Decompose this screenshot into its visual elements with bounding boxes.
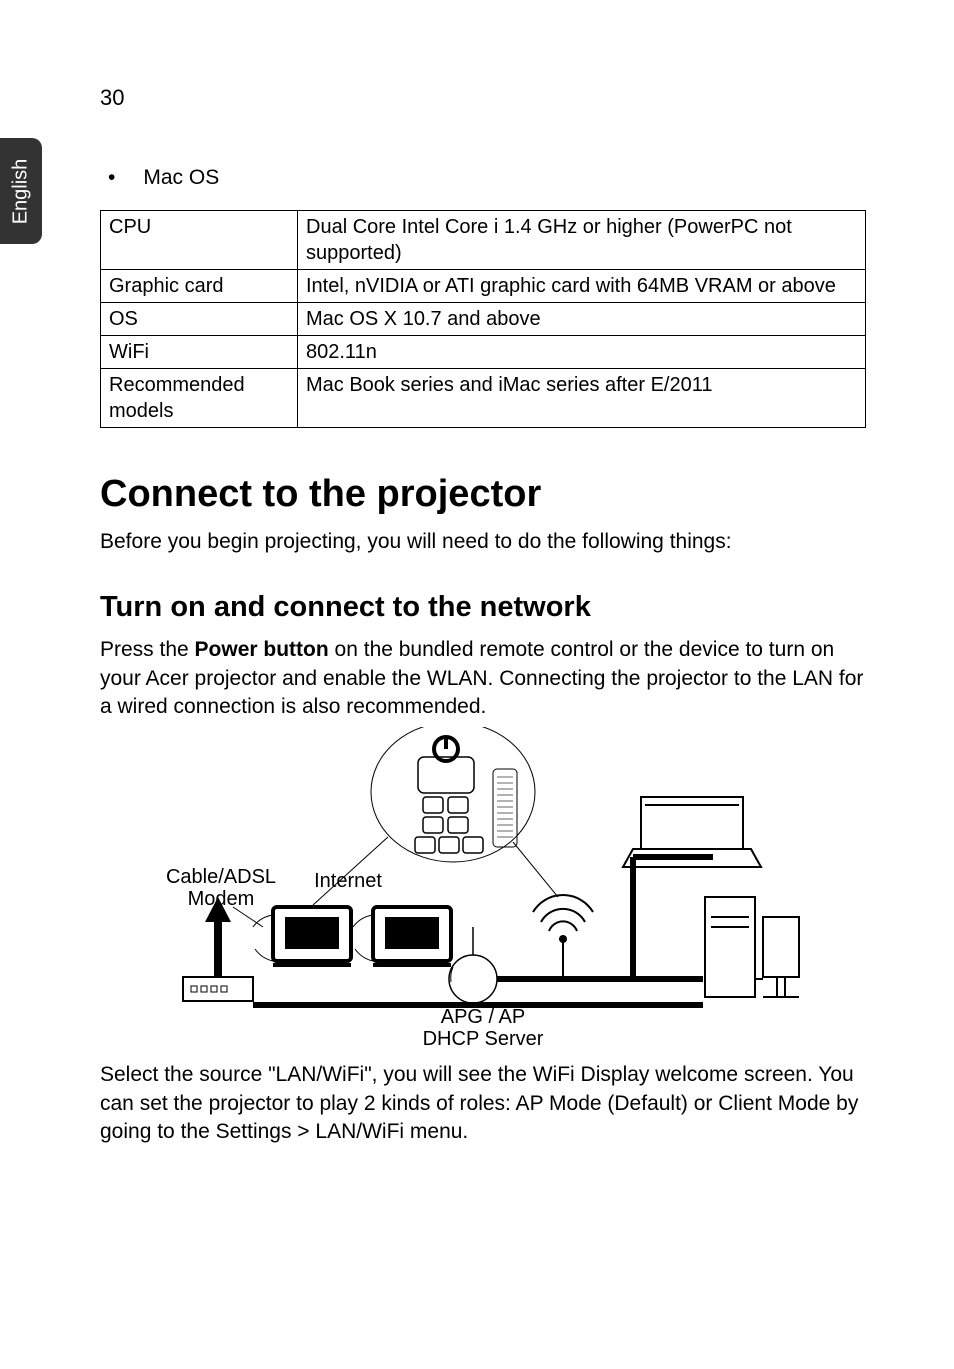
wifi-value: 802.11n [298,336,866,369]
modem-icon [183,977,253,1001]
section-heading: Connect to the projector [100,473,866,516]
table-row: Graphic card Intel, nVIDIA or ATI graphi… [101,270,866,303]
rec-value: Mac Book series and iMac series after E/… [298,369,866,428]
intro-paragraph: Before you begin projecting, you will ne… [100,528,866,556]
os-label: OS [101,303,298,336]
wifi-icon [533,895,593,977]
label-apg: APG / AP [441,1006,525,1028]
desktop-icon [705,897,799,997]
power-button-bold: Power button [195,638,329,661]
ap-device-icon [449,927,497,1003]
gpu-label: Graphic card [101,270,298,303]
os-value: Mac OS X 10.7 and above [298,303,866,336]
cpu-value: Dual Core Intel Core i 1.4 GHz or higher… [298,211,866,270]
label-modem: Modem [188,888,255,910]
network-diagram: Cable/ADSL Modem Internet APG / AP DHCP … [100,727,866,1047]
label-cable: Cable/ADSL [166,866,276,888]
wifi-label: WiFi [101,336,298,369]
table-row: OS Mac OS X 10.7 and above [101,303,866,336]
table-row: Recommended models Mac Book series and i… [101,369,866,428]
turn-on-paragraph: Press the Power button on the bundled re… [100,636,866,721]
language-tab-label: English [10,158,33,224]
label-dhcp: DHCP Server [423,1028,544,1047]
projector-icon [415,737,517,853]
gpu-value: Intel, nVIDIA or ATI graphic card with 6… [298,270,866,303]
internet-monitor-icon [273,907,351,965]
table-row: CPU Dual Core Intel Core i 1.4 GHz or hi… [101,211,866,270]
ap-monitor-icon [373,907,451,965]
label-internet: Internet [314,870,382,892]
rec-label: Recommended models [101,369,298,428]
cpu-label: CPU [101,211,298,270]
bullet-dot: • [108,166,115,190]
bullet-mac-os: Mac OS [143,166,219,190]
language-tab: English [0,138,42,244]
specs-table: CPU Dual Core Intel Core i 1.4 GHz or hi… [100,210,866,428]
page-number: 30 [100,85,866,111]
select-source-paragraph: Select the source "LAN/WiFi", you will s… [100,1061,866,1146]
turn-on-prefix: Press the [100,638,195,661]
table-row: WiFi 802.11n [101,336,866,369]
subsection-heading: Turn on and connect to the network [100,591,866,624]
